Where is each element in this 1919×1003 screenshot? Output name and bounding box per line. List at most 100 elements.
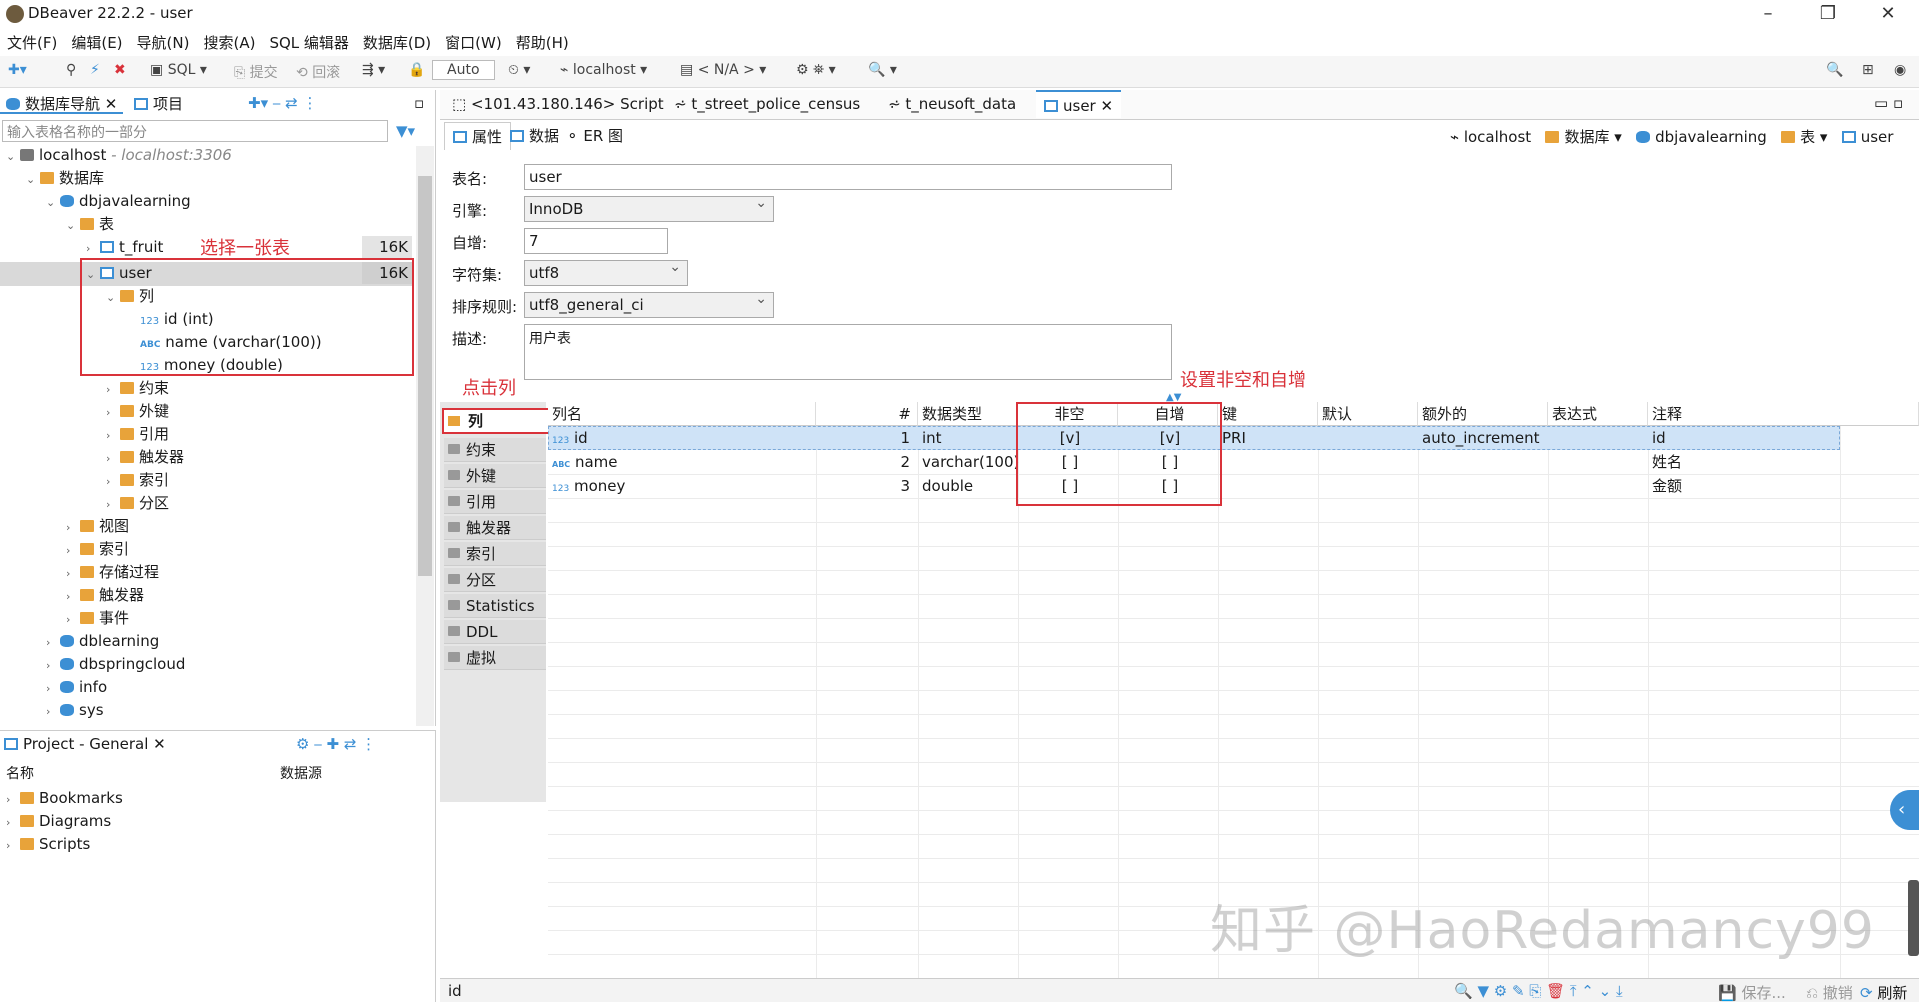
menu-edit[interactable]: 编辑(E) — [64, 30, 129, 55]
engine-select[interactable]: InnoDB — [524, 195, 774, 222]
header-extra[interactable]: 额外的 — [1418, 402, 1548, 426]
project-item-scripts[interactable]: › Scripts — [6, 833, 90, 856]
active-connection-selector[interactable]: ⌁ localhost ▾ — [560, 62, 647, 78]
status-tool-icons[interactable]: 🔍 ▼ ⚙ ✎ ⎘ 🗑 ⤒ ⌃ ⌄ ⤓ — [1454, 982, 1623, 1000]
sidenav-constraints[interactable]: 约束 — [444, 438, 546, 462]
menu-search[interactable]: 搜索(A) — [196, 30, 262, 55]
cell-extra[interactable] — [1418, 450, 1422, 474]
menu-window[interactable]: 窗口(W) — [438, 30, 509, 55]
project-panel-title[interactable]: Project - General ✕ — [4, 735, 166, 753]
tree-node-dbspringcloud[interactable]: › dbspringcloud — [46, 653, 185, 676]
cell-ordinal[interactable]: 2 — [816, 450, 918, 474]
tab-user[interactable]: user ✕ — [1036, 90, 1122, 118]
project-item-diagrams[interactable]: › Diagrams — [6, 810, 111, 833]
tree-node-indexes[interactable]: › 索引 — [106, 469, 169, 492]
nav-toolbar-icon[interactable]: ✚▾ ⎯ ⇄ ⋮ — [248, 94, 317, 112]
header-expression[interactable]: 表达式 — [1548, 402, 1648, 426]
tree-node-constraints[interactable]: › 约束 — [106, 377, 169, 400]
description-textarea[interactable]: 用户表 — [524, 324, 1172, 380]
cell-ordinal[interactable]: 1 — [816, 426, 918, 450]
tree-node-procedures[interactable]: › 存储过程 — [66, 561, 159, 584]
sidenav-references[interactable]: 引用 — [444, 490, 546, 514]
breadcrumb-dbjavalearning[interactable]: dbjavalearning — [1636, 128, 1767, 146]
menu-file[interactable]: 文件(F) — [0, 30, 64, 55]
commit-button[interactable]: ⎘ 提交 — [234, 62, 278, 82]
navigator-scrollbar[interactable] — [416, 146, 434, 726]
sidenav-virtual[interactable]: 虚拟 — [444, 646, 546, 670]
rollback-button[interactable]: ⟲ 回滚 — [296, 62, 340, 82]
search-toolbar-icon[interactable]: 🔍 ▾ — [868, 62, 897, 78]
cell-name[interactable]: 123 money — [548, 474, 625, 498]
tree-node-tables[interactable]: ⌄ 表 — [66, 213, 114, 236]
tab-properties[interactable]: 属性 — [444, 122, 512, 150]
history-icon[interactable]: ⏲ ▾ — [508, 62, 530, 78]
breadcrumb-databases[interactable]: 数据库 ▾ — [1545, 128, 1622, 146]
close-icon[interactable]: ✕ — [1860, 0, 1916, 28]
invalidate-icon[interactable]: ✖ — [114, 62, 126, 78]
cell-comment[interactable]: 姓名 — [1648, 450, 1682, 474]
header-comment[interactable]: 注释 — [1648, 402, 1919, 426]
maximize-panel-icon[interactable]: ▫ — [414, 94, 424, 112]
tree-node-databases[interactable]: ⌄ 数据库 — [26, 167, 104, 190]
tab-projects[interactable]: 项目 — [128, 90, 189, 114]
menu-navigate[interactable]: 导航(N) — [130, 30, 197, 55]
cell-type[interactable]: int — [918, 426, 942, 450]
transaction-mode-icon[interactable]: ⇶ ▾ — [362, 62, 385, 78]
breadcrumb-user[interactable]: user — [1841, 128, 1893, 146]
tree-node-references[interactable]: › 引用 — [106, 423, 169, 446]
charset-select[interactable]: utf8 — [524, 259, 688, 286]
header-default[interactable]: 默认 — [1318, 402, 1418, 426]
tree-node-sys[interactable]: › sys — [46, 699, 104, 722]
filter-icon[interactable]: ▼▾ — [396, 122, 415, 140]
cell-type[interactable]: varchar(100) — [918, 450, 1019, 474]
minimize-editor-icon[interactable]: ▭ ▫ — [1874, 94, 1903, 112]
sidenav-columns[interactable]: 列 — [442, 408, 550, 434]
header-key[interactable]: 键 — [1218, 402, 1318, 426]
tab-t-street-police-census[interactable]: ⩫ t_street_police_census — [666, 90, 868, 118]
maximize-icon[interactable]: ❐ — [1800, 0, 1856, 28]
breadcrumb-localhost[interactable]: ⌁ localhost — [1450, 128, 1531, 146]
sql-editor-button[interactable]: ▣ SQL ▾ — [150, 62, 207, 78]
autoincrement-input[interactable]: 7 — [524, 228, 668, 254]
tx-mode-field[interactable]: Auto — [432, 60, 495, 80]
dbeaver-perspective-icon[interactable]: ◉ — [1894, 62, 1906, 78]
sidenav-triggers[interactable]: 触发器 — [444, 516, 546, 540]
new-connection-icon[interactable]: ✚▾ — [8, 62, 27, 78]
cell-default[interactable] — [1318, 426, 1322, 450]
tab-er-diagram[interactable]: ⚬ ER 图 — [558, 122, 631, 150]
tab-t-neusoft-data[interactable]: ⩫ t_neusoft_data — [880, 90, 1024, 118]
scroll-handle[interactable] — [1908, 880, 1919, 956]
active-schema-selector[interactable]: ▤ < N/A > ▾ — [680, 62, 766, 78]
tree-node-dbjavalearning[interactable]: ⌄ dbjavalearning — [46, 190, 191, 213]
lock-icon[interactable]: 🔒 — [408, 62, 425, 78]
table-name-input[interactable]: user — [524, 164, 1172, 190]
cell-name[interactable]: ABC name — [548, 450, 618, 474]
collation-select[interactable]: utf8_general_ci — [524, 291, 774, 318]
header-ordinal[interactable]: # — [816, 402, 918, 426]
header-data-type[interactable]: 数据类型 — [918, 402, 1018, 426]
cancel-button[interactable]: ⎌ 撤销 — [1806, 982, 1853, 1003]
sidenav-foreign-keys[interactable]: 外键 — [444, 464, 546, 488]
refresh-button[interactable]: ⟳ 刷新 — [1860, 982, 1907, 1003]
tree-node-dblearning[interactable]: › dblearning — [46, 630, 159, 653]
cell-expression[interactable] — [1548, 426, 1552, 450]
cell-extra[interactable]: auto_increment — [1418, 426, 1539, 450]
cell-type[interactable]: double — [918, 474, 973, 498]
tree-node-t-fruit[interactable]: › t_fruit — [86, 236, 163, 259]
connect-icon[interactable]: ⚲ — [66, 62, 76, 78]
tree-node-db-triggers[interactable]: › 触发器 — [66, 584, 144, 607]
minimize-icon[interactable]: – — [1740, 0, 1796, 28]
menu-help[interactable]: 帮助(H) — [509, 30, 576, 55]
tree-node-views[interactable]: › 视图 — [66, 515, 129, 538]
sidenav-statistics[interactable]: Statistics — [444, 594, 546, 618]
scrollbar-thumb[interactable] — [418, 176, 432, 576]
tree-node-info[interactable]: › info — [46, 676, 107, 699]
sidenav-indexes[interactable]: 索引 — [444, 542, 546, 566]
project-item-bookmarks[interactable]: › Bookmarks — [6, 787, 123, 810]
tree-node-foreign-keys[interactable]: › 外键 — [106, 400, 169, 423]
tree-node-events[interactable]: › 事件 — [66, 607, 129, 630]
breadcrumb-tables[interactable]: 表 ▾ — [1781, 128, 1827, 146]
tree-node-partitions[interactable]: › 分区 — [106, 492, 169, 515]
cell-comment[interactable]: id — [1648, 426, 1666, 450]
tab-script[interactable]: ⬚ <101.43.180.146> Script — [444, 90, 672, 118]
